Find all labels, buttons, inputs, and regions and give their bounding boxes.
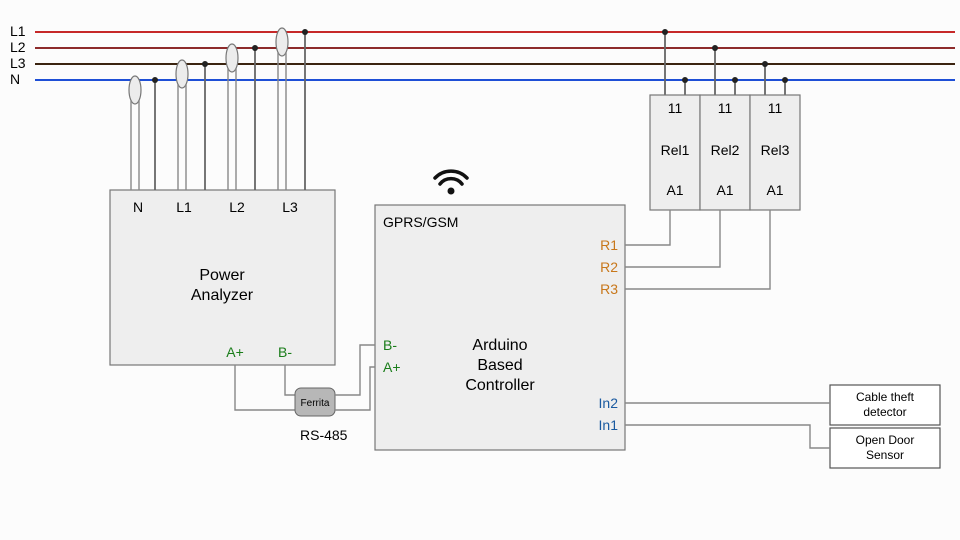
ctrl-a-plus: A+ [383,359,401,375]
relay-bus-taps [662,29,788,95]
bus-label-l3: L3 [10,55,26,71]
ctrl-b-minus: B- [383,337,397,353]
door-l2: Sensor [866,448,904,462]
wifi-icon [435,171,467,194]
relay-wiring [625,210,770,289]
door-l1: Open Door [856,433,915,447]
ctrl-r2: R2 [600,259,618,275]
rel3-contact: 11 [768,100,783,116]
ct-l1 [176,60,188,88]
ctrl-r1: R1 [600,237,618,253]
pa-term-l1: L1 [176,199,192,215]
rel2-coil: A1 [716,182,733,198]
ctrl-title1: Arduino [472,337,527,354]
relay-block: 11 11 11 Rel1 Rel2 Rel3 A1 A1 A1 [650,95,800,210]
ct-n [129,76,141,104]
rel2-contact: 11 [718,100,733,116]
pa-term-n: N [133,199,143,215]
pa-a-plus: A+ [226,344,244,360]
rel1-contact: 11 [668,100,683,116]
theft-l2: detector [863,405,906,419]
ctrl-comm: GPRS/GSM [383,214,458,230]
pa-term-l3: L3 [282,199,298,215]
pa-title1: Power [199,267,245,284]
input-wiring [625,403,830,448]
ctrl-in2: In2 [599,395,619,411]
ctrl-title2: Based [477,357,522,374]
pa-taps [129,28,308,190]
rel2-name: Rel2 [711,142,740,158]
bus-label-l2: L2 [10,39,26,55]
power-analyzer: N L1 L2 L3 Power Analyzer A+ B- [110,190,335,365]
ct-l2 [226,44,238,72]
wiring-diagram: L1 L2 L3 N 11 11 11 Rel1 Rel [0,0,960,540]
bus-label-n: N [10,71,20,87]
ctrl-r3: R3 [600,281,618,297]
pa-term-l2: L2 [229,199,245,215]
theft-l1: Cable theft [856,390,915,404]
sensor-boxes: Cable theft detector Open Door Sensor [830,385,940,468]
ctrl-title3: Controller [465,377,535,394]
rel1-coil: A1 [666,182,683,198]
rs485-label: RS-485 [300,427,348,443]
ct-l3 [276,28,288,56]
bus-lines: L1 L2 L3 N [10,23,955,87]
bus-label-l1: L1 [10,23,26,39]
ferrite-label: Ferrita [301,398,330,409]
arduino-controller: GPRS/GSM Arduino Based Controller R1 R2 … [375,205,625,450]
pa-title2: Analyzer [191,287,254,304]
rel3-name: Rel3 [761,142,790,158]
rel3-coil: A1 [766,182,783,198]
rel1-name: Rel1 [661,142,690,158]
ctrl-in1: In1 [599,417,619,433]
pa-b-minus: B- [278,344,292,360]
